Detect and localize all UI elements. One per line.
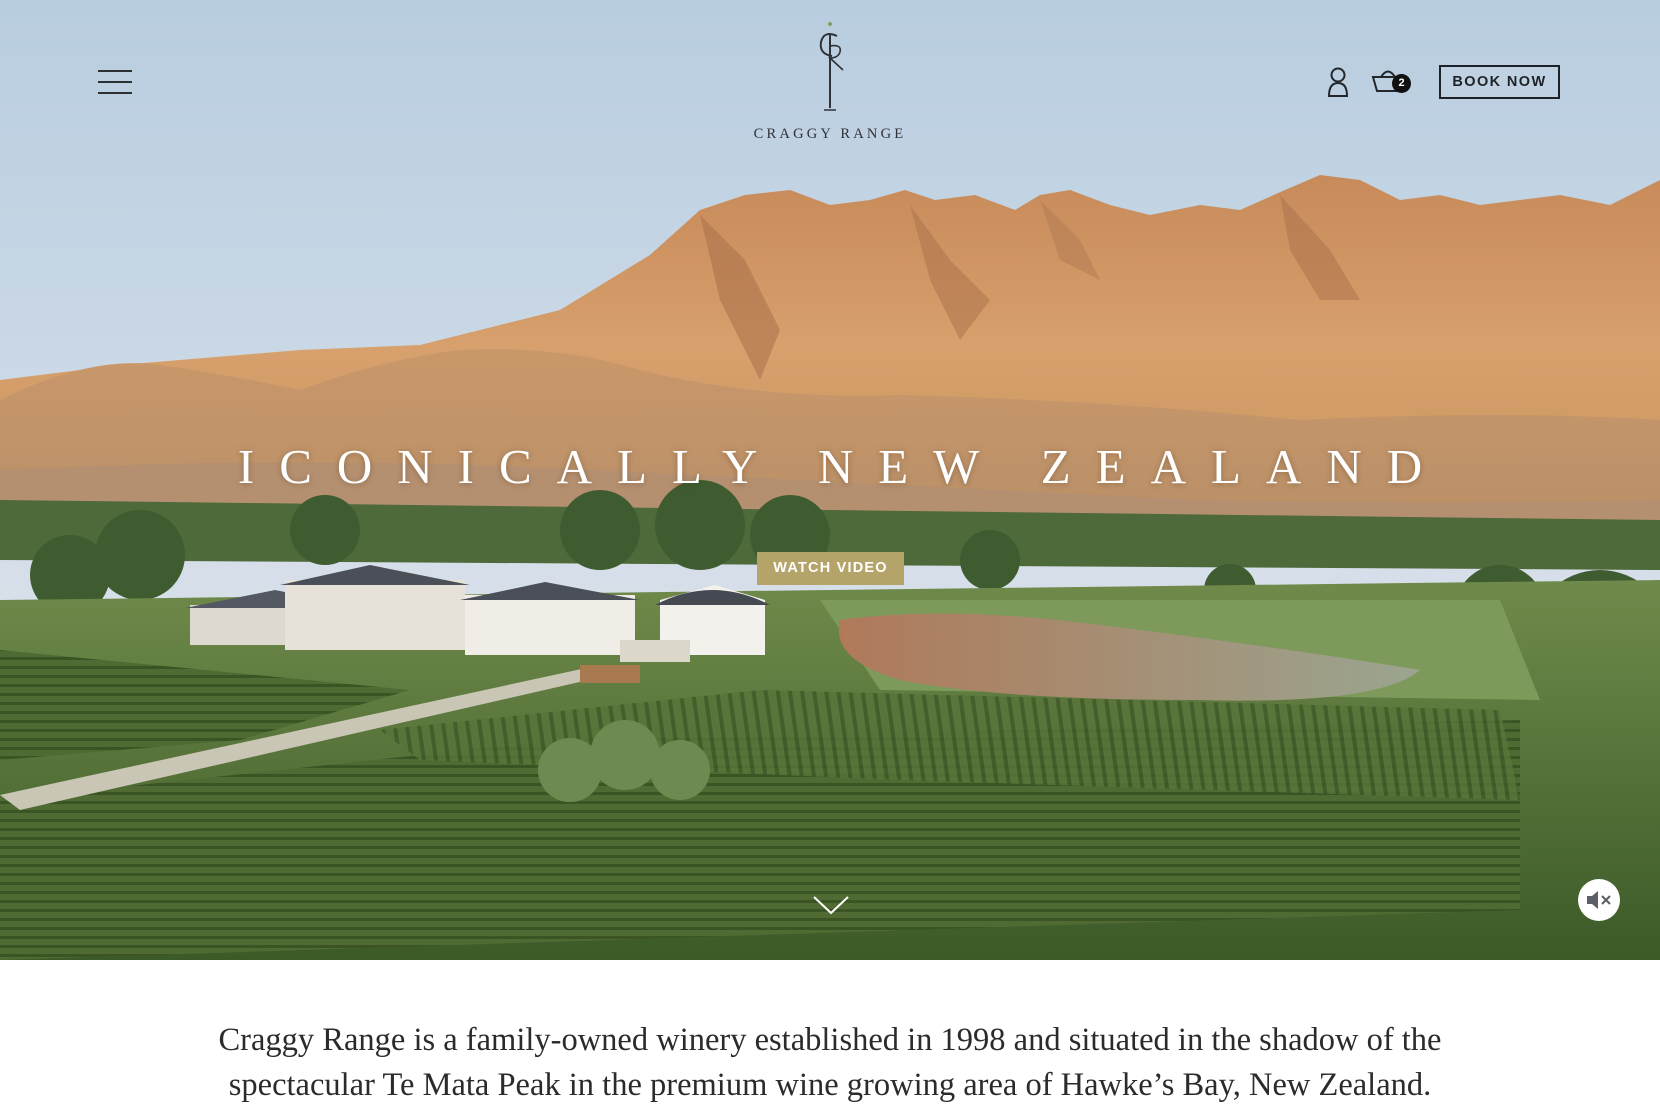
cart-button[interactable]: 2 <box>1370 66 1414 98</box>
hero-section: CRAGGY RANGE 2 BOOK NOW ICONICALLY NEW Z… <box>0 0 1660 960</box>
hamburger-menu-icon[interactable] <box>98 68 132 96</box>
mute-toggle-button[interactable] <box>1578 879 1620 921</box>
cart-count-badge: 2 <box>1392 74 1411 93</box>
logo-wordmark: CRAGGY RANGE <box>753 126 907 142</box>
cr-monogram-icon <box>819 22 844 111</box>
user-icon[interactable] <box>1326 66 1350 98</box>
site-logo[interactable]: CRAGGY RANGE <box>730 20 930 150</box>
intro-paragraph: Craggy Range is a family-owned winery es… <box>218 1022 1442 1103</box>
book-now-button[interactable]: BOOK NOW <box>1439 65 1560 99</box>
speaker-muted-icon <box>1587 891 1611 909</box>
chevron-down-icon[interactable] <box>811 894 851 916</box>
watch-video-button[interactable]: WATCH VIDEO <box>757 552 904 585</box>
hero-title: ICONICALLY NEW ZEALAND <box>237 439 1448 494</box>
